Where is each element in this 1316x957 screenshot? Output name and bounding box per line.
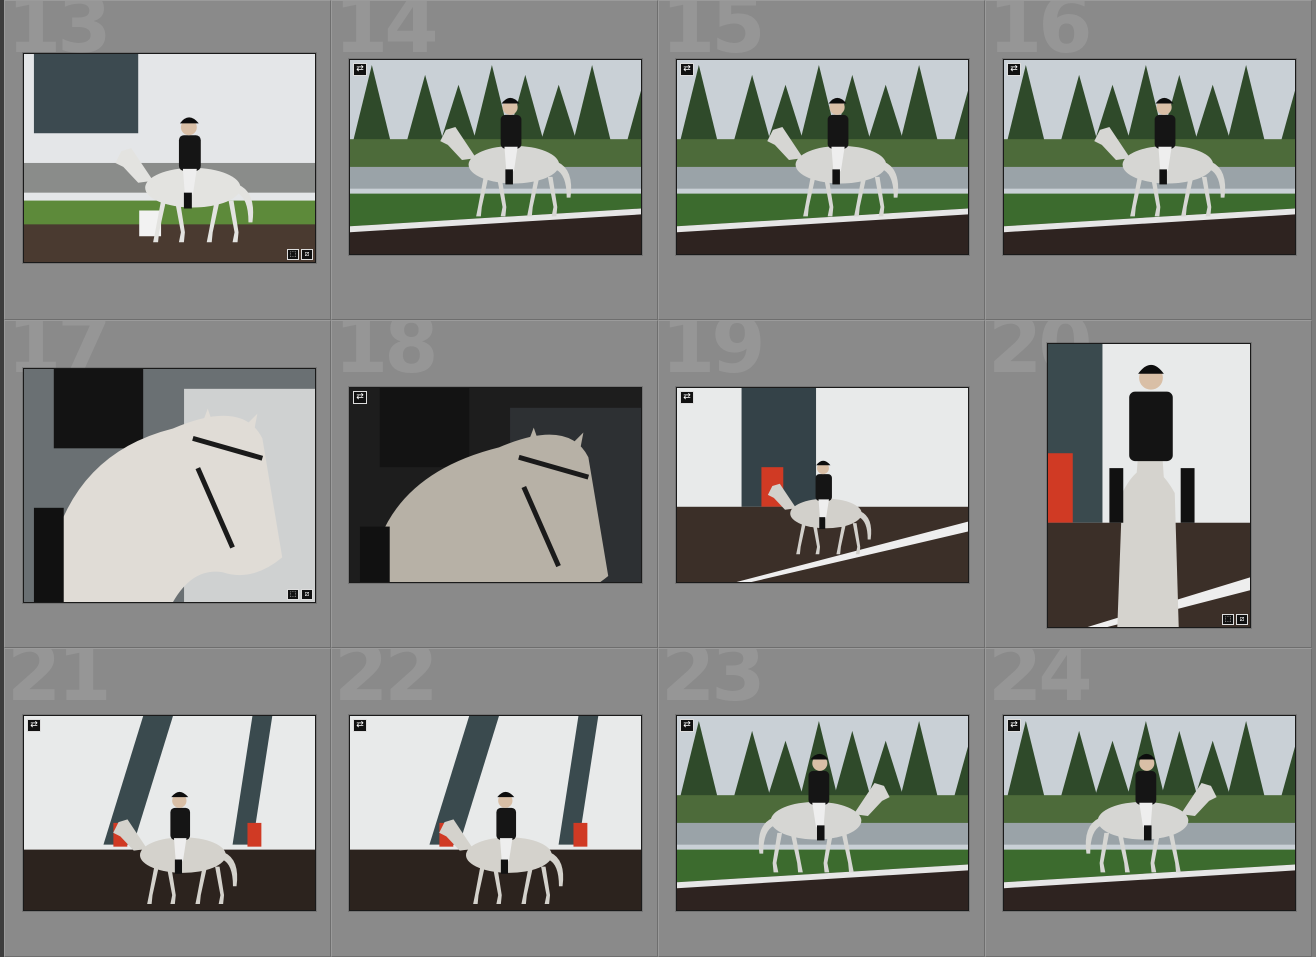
photo-cell[interactable]: 18 ⇄ (331, 320, 658, 648)
photo-image (24, 716, 315, 910)
sync-settings-icon[interactable]: ⇄ (1007, 63, 1021, 76)
photo-image (350, 716, 641, 910)
edit-icon[interactable]: ⧄ (301, 249, 313, 260)
photo-thumbnail[interactable]: ⇄ (349, 715, 642, 911)
crop-icon[interactable]: ⬚ (1222, 614, 1234, 625)
photo-thumbnail[interactable]: ⬚ ⧄ (23, 368, 316, 603)
edit-badges: ⬚ ⧄ (287, 589, 313, 600)
edit-icon[interactable]: ⧄ (301, 589, 313, 600)
crop-icon[interactable]: ⬚ (287, 589, 299, 600)
photo-thumbnail[interactable]: ⇄ (676, 715, 969, 911)
photo-cell[interactable]: 23 ⇄ (658, 648, 985, 957)
sync-settings-icon[interactable]: ⇄ (680, 719, 694, 732)
photo-image (677, 60, 968, 254)
photo-thumbnail[interactable]: ⇄ (676, 59, 969, 255)
photo-thumbnail[interactable]: ⇄ (23, 715, 316, 911)
photo-index-number: 15 (661, 0, 766, 71)
photo-thumbnail[interactable]: ⬚ ⧄ (1047, 343, 1251, 628)
photo-image (1004, 60, 1295, 254)
photo-image (24, 54, 315, 262)
photo-cell[interactable]: 17 ⬚ ⧄ (4, 320, 331, 648)
photo-index-number: 18 (334, 320, 439, 391)
edit-badges: ⬚ ⧄ (287, 249, 313, 260)
sync-settings-icon[interactable]: ⇄ (353, 391, 367, 404)
photo-image (1004, 716, 1295, 910)
photo-cell[interactable]: 22 ⇄ (331, 648, 658, 957)
photo-cell[interactable]: 16 ⇄ (985, 0, 1312, 320)
photo-image (350, 60, 641, 254)
photo-image (677, 716, 968, 910)
sync-settings-icon[interactable]: ⇄ (353, 63, 367, 76)
photo-index-number: 21 (7, 648, 112, 719)
sync-settings-icon[interactable]: ⇄ (680, 391, 694, 404)
photo-index-number: 14 (334, 0, 439, 71)
photo-index-number: 22 (334, 648, 439, 719)
photo-index-number: 19 (661, 320, 766, 391)
sync-settings-icon[interactable]: ⇄ (353, 719, 367, 732)
photo-cell[interactable]: 21 ⇄ (4, 648, 331, 957)
filmstrip-grid: 13 ⬚ ⧄ 14 ⇄ 15 ⇄ 16 ⇄ 17 ⬚ ⧄ 18 ⇄ 19 ⇄ 20 ⬚ ⧄ 21 ⇄ 22 ⇄ 23 ⇄ 24 ⇄ (0, 0, 1316, 957)
photo-thumbnail[interactable]: ⬚ ⧄ (23, 53, 316, 263)
crop-icon[interactable]: ⬚ (287, 249, 299, 260)
photo-cell[interactable]: 15 ⇄ (658, 0, 985, 320)
sync-settings-icon[interactable]: ⇄ (27, 719, 41, 732)
photo-index-number: 23 (661, 648, 766, 719)
photo-image (350, 388, 641, 582)
photo-index-number: 24 (988, 648, 1093, 719)
photo-thumbnail[interactable]: ⇄ (1003, 715, 1296, 911)
photo-index-number: 16 (988, 0, 1093, 71)
photo-cell[interactable]: 20 ⬚ ⧄ (985, 320, 1312, 648)
photo-cell[interactable]: 19 ⇄ (658, 320, 985, 648)
edit-badges: ⬚ ⧄ (1222, 614, 1248, 625)
photo-cell[interactable]: 24 ⇄ (985, 648, 1312, 957)
photo-cell[interactable]: 14 ⇄ (331, 0, 658, 320)
photo-image (24, 369, 315, 602)
sync-settings-icon[interactable]: ⇄ (1007, 719, 1021, 732)
photo-image (677, 388, 968, 582)
photo-thumbnail[interactable]: ⇄ (676, 387, 969, 583)
sync-settings-icon[interactable]: ⇄ (680, 63, 694, 76)
photo-thumbnail[interactable]: ⇄ (1003, 59, 1296, 255)
photo-cell[interactable]: 13 ⬚ ⧄ (4, 0, 331, 320)
edit-icon[interactable]: ⧄ (1236, 614, 1248, 625)
photo-thumbnail[interactable]: ⇄ (349, 59, 642, 255)
photo-thumbnail[interactable]: ⇄ (349, 387, 642, 583)
photo-image (1048, 344, 1250, 627)
